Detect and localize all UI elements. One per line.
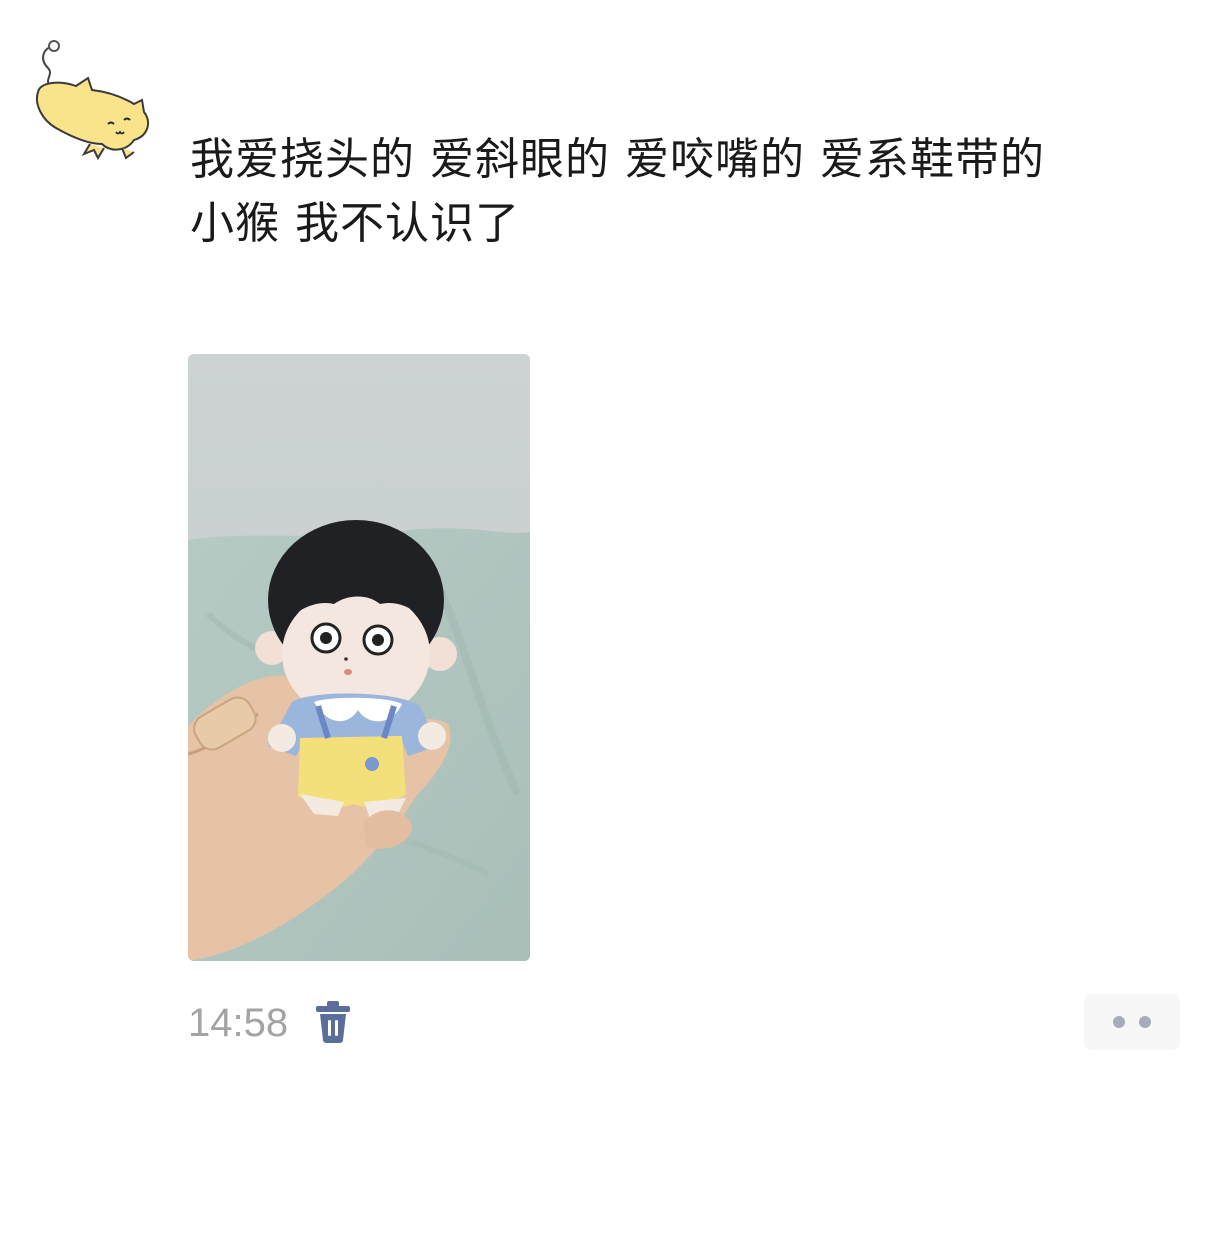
more-options-button[interactable] [1084, 994, 1180, 1050]
more-dots-icon [1113, 1016, 1125, 1028]
trash-icon [316, 1001, 350, 1043]
post-text-line-2: 小猴 我不认识了 [190, 198, 520, 249]
post-timestamp: 14:58 [188, 1001, 289, 1045]
yellow-cat-avatar-icon [36, 40, 150, 161]
avatar[interactable] [30, 40, 154, 164]
plush-doll-photo [188, 354, 530, 961]
post-photo[interactable] [188, 354, 530, 961]
more-dots-icon [1139, 1016, 1151, 1028]
post-text-line-1: 我爱挠头的 爱斜眼的 爱咬嘴的 爱系鞋带的 [190, 134, 1045, 185]
delete-button[interactable] [312, 998, 354, 1044]
post-text: 我爱挠头的 爱斜眼的 爱咬嘴的 爱系鞋带的 小猴 我不认识了 [190, 128, 1190, 256]
